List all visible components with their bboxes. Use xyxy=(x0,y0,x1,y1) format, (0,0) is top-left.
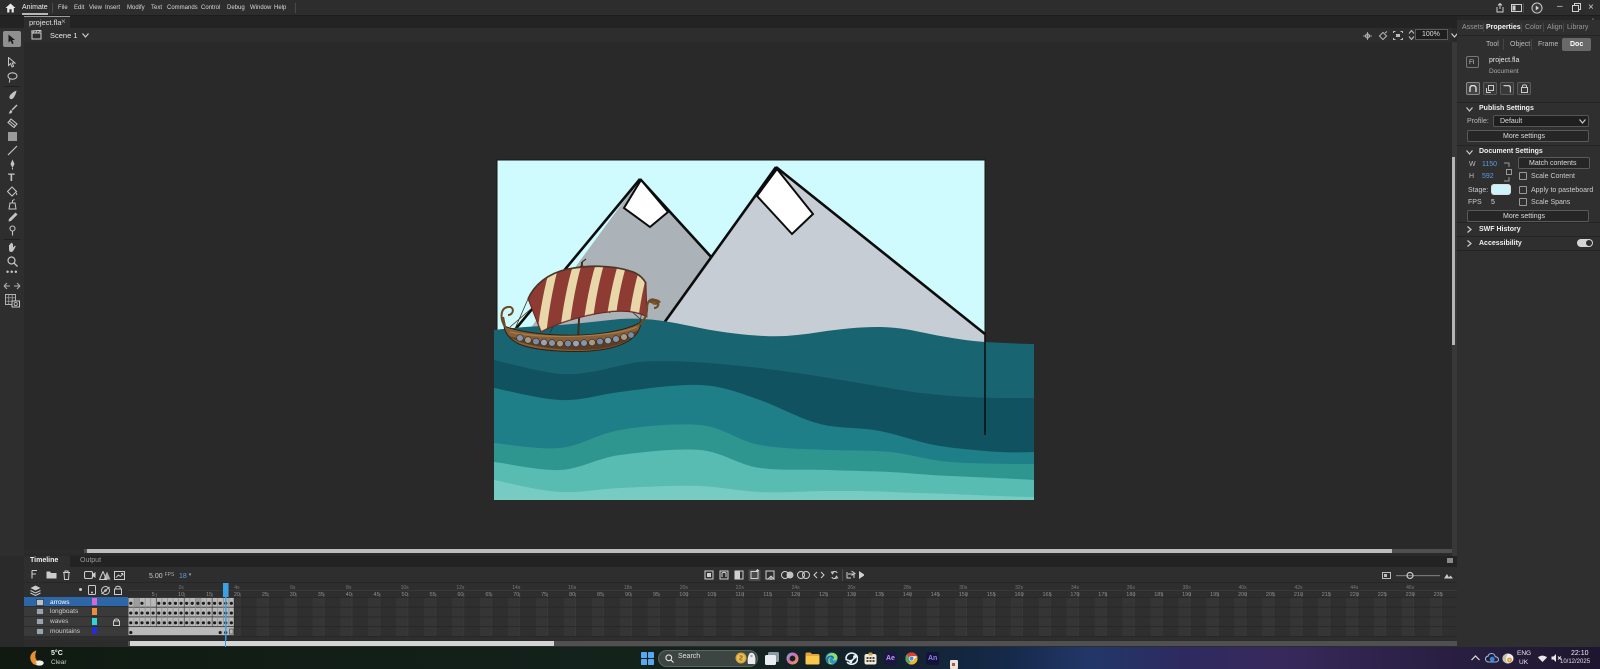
svg-text:10s: 10s xyxy=(401,585,410,591)
svg-text:28s: 28s xyxy=(903,585,912,591)
svg-text:40s: 40s xyxy=(1239,585,1248,591)
svg-text:16s: 16s xyxy=(568,585,577,591)
svg-text:46s: 46s xyxy=(1406,585,1415,591)
svg-text:2s: 2s xyxy=(178,585,184,591)
svg-text:14s: 14s xyxy=(512,585,521,591)
svg-text:22s: 22s xyxy=(736,585,745,591)
svg-text:20s: 20s xyxy=(680,585,689,591)
svg-text:42s: 42s xyxy=(1294,585,1303,591)
svg-text:44s: 44s xyxy=(1350,585,1359,591)
svg-text:34s: 34s xyxy=(1071,585,1080,591)
svg-text:38s: 38s xyxy=(1183,585,1192,591)
svg-text:6s: 6s xyxy=(290,585,296,591)
svg-text:36s: 36s xyxy=(1127,585,1136,591)
svg-text:32s: 32s xyxy=(1015,585,1024,591)
svg-text:24s: 24s xyxy=(792,585,801,591)
svg-text:26s: 26s xyxy=(847,585,856,591)
svg-text:30s: 30s xyxy=(959,585,968,591)
svg-text:4s: 4s xyxy=(234,585,240,591)
svg-text:8s: 8s xyxy=(346,585,352,591)
svg-text:12s: 12s xyxy=(456,585,465,591)
svg-text:18s: 18s xyxy=(624,585,633,591)
